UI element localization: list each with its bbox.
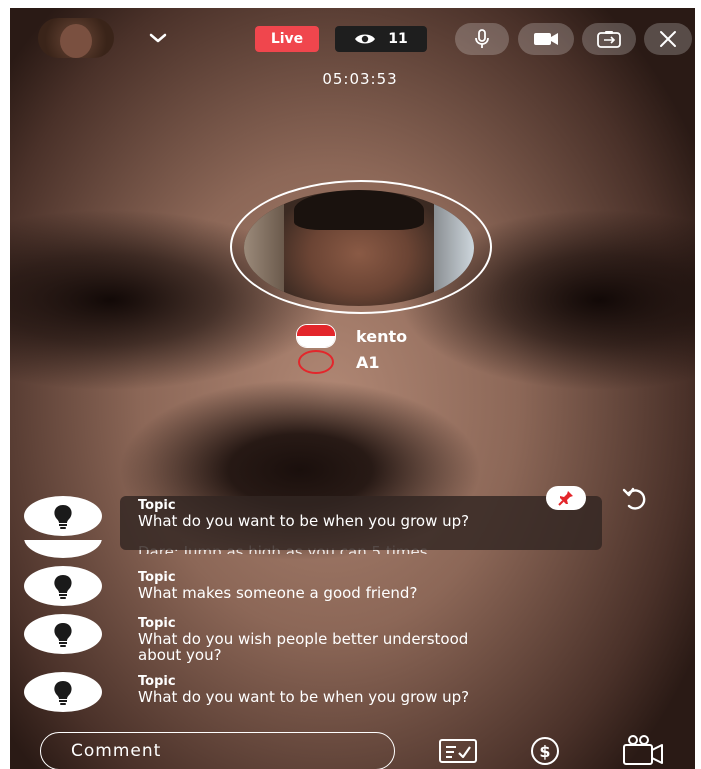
- guest-name: kento: [356, 326, 408, 346]
- topic-title: Topic: [138, 616, 176, 631]
- comment-input[interactable]: Comment: [40, 732, 395, 769]
- camera-switch-button[interactable]: [582, 23, 636, 55]
- video-camera-icon: [534, 33, 558, 45]
- close-icon: [660, 31, 676, 47]
- topic-question: What makes someone a good friend?: [138, 584, 418, 602]
- stream-timer: 05:03:53: [322, 70, 398, 88]
- comment-placeholder: Comment: [71, 741, 162, 761]
- svg-text:$: $: [539, 742, 550, 761]
- undo-icon[interactable]: [620, 484, 650, 512]
- eye-icon: [355, 34, 376, 44]
- live-badge: Live: [255, 26, 319, 52]
- lightbulb-icon: [24, 672, 102, 712]
- video-camera-button[interactable]: [518, 23, 574, 55]
- close-button[interactable]: [644, 23, 692, 55]
- microphone-button[interactable]: [455, 23, 509, 55]
- lightbulb-icon: [24, 566, 102, 606]
- lightbulb-icon: [24, 540, 102, 560]
- topic-title: Topic: [138, 498, 176, 513]
- pin-button[interactable]: [546, 486, 586, 510]
- viewer-count-badge: 11: [335, 26, 427, 52]
- viewer-count: 11: [388, 31, 408, 47]
- dollar-icon[interactable]: $: [530, 736, 560, 766]
- guest-secondary-row: A1: [296, 350, 380, 374]
- topic-question: What do you wish people better understoo…: [138, 630, 469, 664]
- guest-ring: [230, 180, 492, 314]
- microphone-icon: [475, 29, 489, 48]
- camera-switch-icon: [597, 31, 621, 48]
- guest-name-row: kento: [296, 324, 407, 348]
- host-avatar[interactable]: [38, 18, 114, 58]
- topic-question: What do you want to be when you grow up?: [138, 512, 470, 530]
- pin-icon: [558, 491, 573, 506]
- camera-flip-icon[interactable]: [622, 734, 664, 766]
- lightbulb-icon: [24, 496, 102, 536]
- pinned-topic-text: Topic What do you want to be when you gr…: [138, 498, 578, 529]
- lightbulb-icon: [24, 614, 102, 654]
- topic-question: What do you want to be when you grow up?: [138, 688, 470, 706]
- topic-title: Topic: [138, 674, 176, 689]
- chevron-down-icon[interactable]: [146, 26, 170, 50]
- guest-secondary-label: A1: [356, 352, 380, 372]
- live-stream-screen: Live 11 05:03:53 kento A1 Topic What do …: [0, 0, 701, 769]
- indonesia-flag-icon: [296, 324, 336, 348]
- topic-title: Topic: [138, 570, 176, 585]
- ring-icon: [298, 350, 334, 374]
- task-list-icon[interactable]: [438, 738, 478, 764]
